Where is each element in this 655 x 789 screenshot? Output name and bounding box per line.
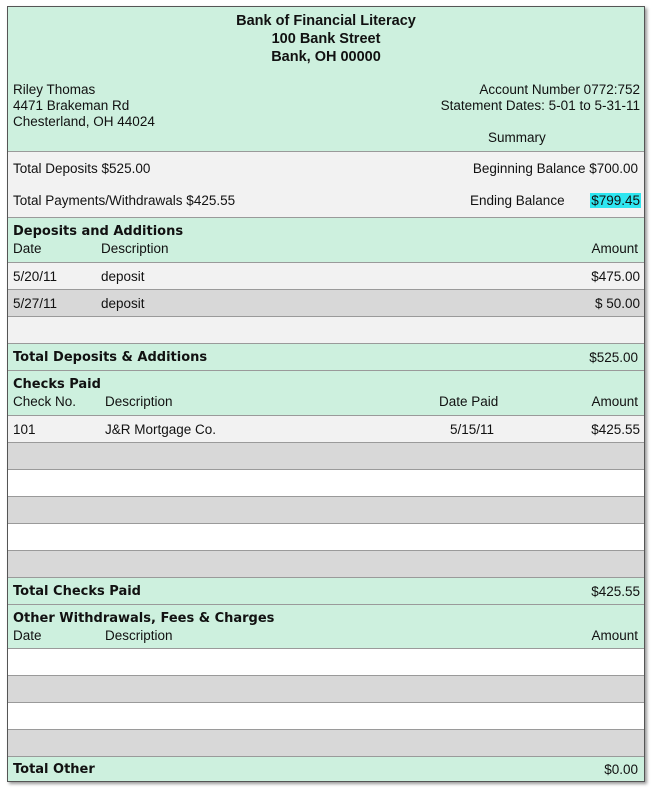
deposit-description: deposit <box>101 296 145 311</box>
checks-total-row: Total Checks Paid $425.55 <box>8 577 644 604</box>
ending-balance-value: $799.45 <box>590 193 641 208</box>
deposits-col-description: Description <box>101 241 169 256</box>
table-row-empty <box>8 675 644 702</box>
table-row-empty <box>8 469 644 496</box>
checks-title: Checks Paid <box>13 377 101 392</box>
deposits-col-date: Date <box>13 241 42 256</box>
checks-col-amount: Amount <box>591 394 638 409</box>
other-header: Other Withdrawals, Fees & Charges Date D… <box>8 604 644 648</box>
deposits-col-amount: Amount <box>591 241 638 256</box>
bank-city: Bank, OH 00000 <box>271 49 381 65</box>
checks-header: Checks Paid Check No. Description Date P… <box>8 370 644 415</box>
bank-street: 100 Bank Street <box>271 31 381 47</box>
other-title: Other Withdrawals, Fees & Charges <box>13 611 275 626</box>
deposits-title: Deposits and Additions <box>13 224 184 239</box>
table-row-empty <box>8 523 644 550</box>
check-date-paid: 5/15/11 <box>450 422 495 437</box>
deposit-description: deposit <box>101 269 145 284</box>
customer-address-line1: 4471 Brakeman Rd <box>13 98 130 113</box>
checks-col-number: Check No. <box>13 394 77 409</box>
deposits-total-row: Total Deposits & Additions $525.00 <box>8 343 644 370</box>
other-total-row: Total Other $0.00 <box>8 756 644 781</box>
deposits-total-value: $525.00 <box>589 350 638 365</box>
checks-total-value: $425.55 <box>591 584 640 599</box>
table-row-empty <box>8 702 644 729</box>
deposit-date: 5/20/11 <box>13 269 58 284</box>
bank-name: Bank of Financial Literacy <box>236 13 416 29</box>
other-col-date: Date <box>13 628 42 643</box>
account-number: Account Number 0772:752 <box>479 82 640 97</box>
ending-balance-label: Ending Balance <box>470 193 565 208</box>
table-row-empty <box>8 729 644 756</box>
table-row: 101 J&R Mortgage Co. 5/15/11 $425.55 <box>8 415 644 442</box>
deposits-total-label: Total Deposits & Additions <box>13 350 208 365</box>
table-row: 5/27/11 deposit $ 50.00 <box>8 289 644 316</box>
deposit-date: 5/27/11 <box>13 296 58 311</box>
beginning-balance: Beginning Balance $700.00 <box>472 161 638 176</box>
total-deposits-summary: Total Deposits $525.00 <box>13 161 151 176</box>
customer-name: Riley Thomas <box>13 82 96 97</box>
table-row-empty <box>8 496 644 523</box>
deposits-header: Deposits and Additions Date Description … <box>8 217 644 262</box>
checks-col-date-paid: Date Paid <box>439 394 499 409</box>
check-description: J&R Mortgage Co. <box>105 422 217 437</box>
checks-total-label: Total Checks Paid <box>13 584 141 599</box>
total-payments-summary: Total Payments/Withdrawals $425.55 <box>13 193 236 208</box>
bank-statement: Bank of Financial Literacy 100 Bank Stre… <box>7 6 645 782</box>
other-total-value: $0.00 <box>604 762 638 777</box>
deposit-amount: $ 50.00 <box>594 296 640 311</box>
table-row-empty <box>8 550 644 577</box>
check-amount: $425.55 <box>591 422 640 437</box>
summary-heading: Summary <box>488 130 546 145</box>
customer-address-line2: Chesterland, OH 44024 <box>13 114 155 129</box>
table-row-empty <box>8 316 644 343</box>
table-row: 5/20/11 deposit $475.00 <box>8 262 644 289</box>
table-row-empty <box>8 648 644 675</box>
table-row-empty <box>8 442 644 469</box>
summary-section: Total Deposits $525.00 Beginning Balance… <box>8 151 644 217</box>
checks-col-description: Description <box>105 394 173 409</box>
check-number: 101 <box>13 422 36 437</box>
ending-balance-highlight: $799.45 <box>590 193 641 208</box>
other-total-label: Total Other <box>13 762 95 777</box>
other-col-amount: Amount <box>591 628 638 643</box>
statement-header: Bank of Financial Literacy 100 Bank Stre… <box>8 7 644 151</box>
statement-dates: Statement Dates: 5-01 to 5-31-11 <box>440 98 640 113</box>
deposit-amount: $475.00 <box>591 269 640 284</box>
other-col-description: Description <box>105 628 173 643</box>
